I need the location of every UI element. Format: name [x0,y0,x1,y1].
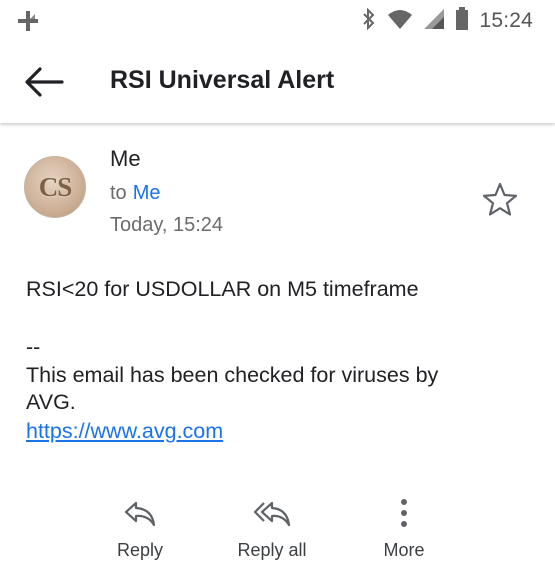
status-bar: 15:24 [0,0,555,40]
wifi-icon [387,8,413,35]
to-prefix: to [110,182,127,204]
more-button[interactable]: More [349,495,459,567]
reply-all-label: Reply all [237,540,307,560]
avatar[interactable]: CS [24,156,86,218]
message-body-text: RSI<20 for USDOLLAR on M5 timeframe [26,277,419,301]
signature-separator: -- [26,335,41,359]
back-button[interactable] [22,62,66,102]
more-vert-icon [401,499,407,527]
status-time: 15:24 [479,9,533,32]
signal-icon [423,8,445,35]
sender-name: Me [110,146,141,171]
star-button[interactable] [480,180,520,220]
arrow-left-icon [25,67,64,97]
reply-label: Reply [116,540,164,560]
status-icons: 15:24 [361,6,533,36]
reply-button[interactable]: Reply [85,495,195,567]
message-date: Today, 15:24 [110,214,224,236]
more-label: More [383,540,425,560]
signature-text-line2: AVG. [26,390,76,414]
reply-all-button[interactable]: Reply all [217,495,327,567]
pinwheel-icon [14,8,42,34]
battery-icon [455,6,469,36]
page-title: RSI Universal Alert [110,66,335,94]
star-icon [482,182,518,216]
avatar-initials: CS [38,171,73,202]
bluetooth-icon [361,7,377,36]
message-actions: Reply Reply all More [0,495,555,573]
app-bar: RSI Universal Alert [0,40,555,123]
recipient-name: Me [132,182,161,204]
reply-all-icon [253,501,291,527]
avg-link[interactable]: https://www.avg.com [26,419,223,444]
recipient-line[interactable]: to Me [110,182,160,205]
reply-icon [124,501,156,527]
signature-text-line1: This email has been checked for viruses … [26,363,439,387]
